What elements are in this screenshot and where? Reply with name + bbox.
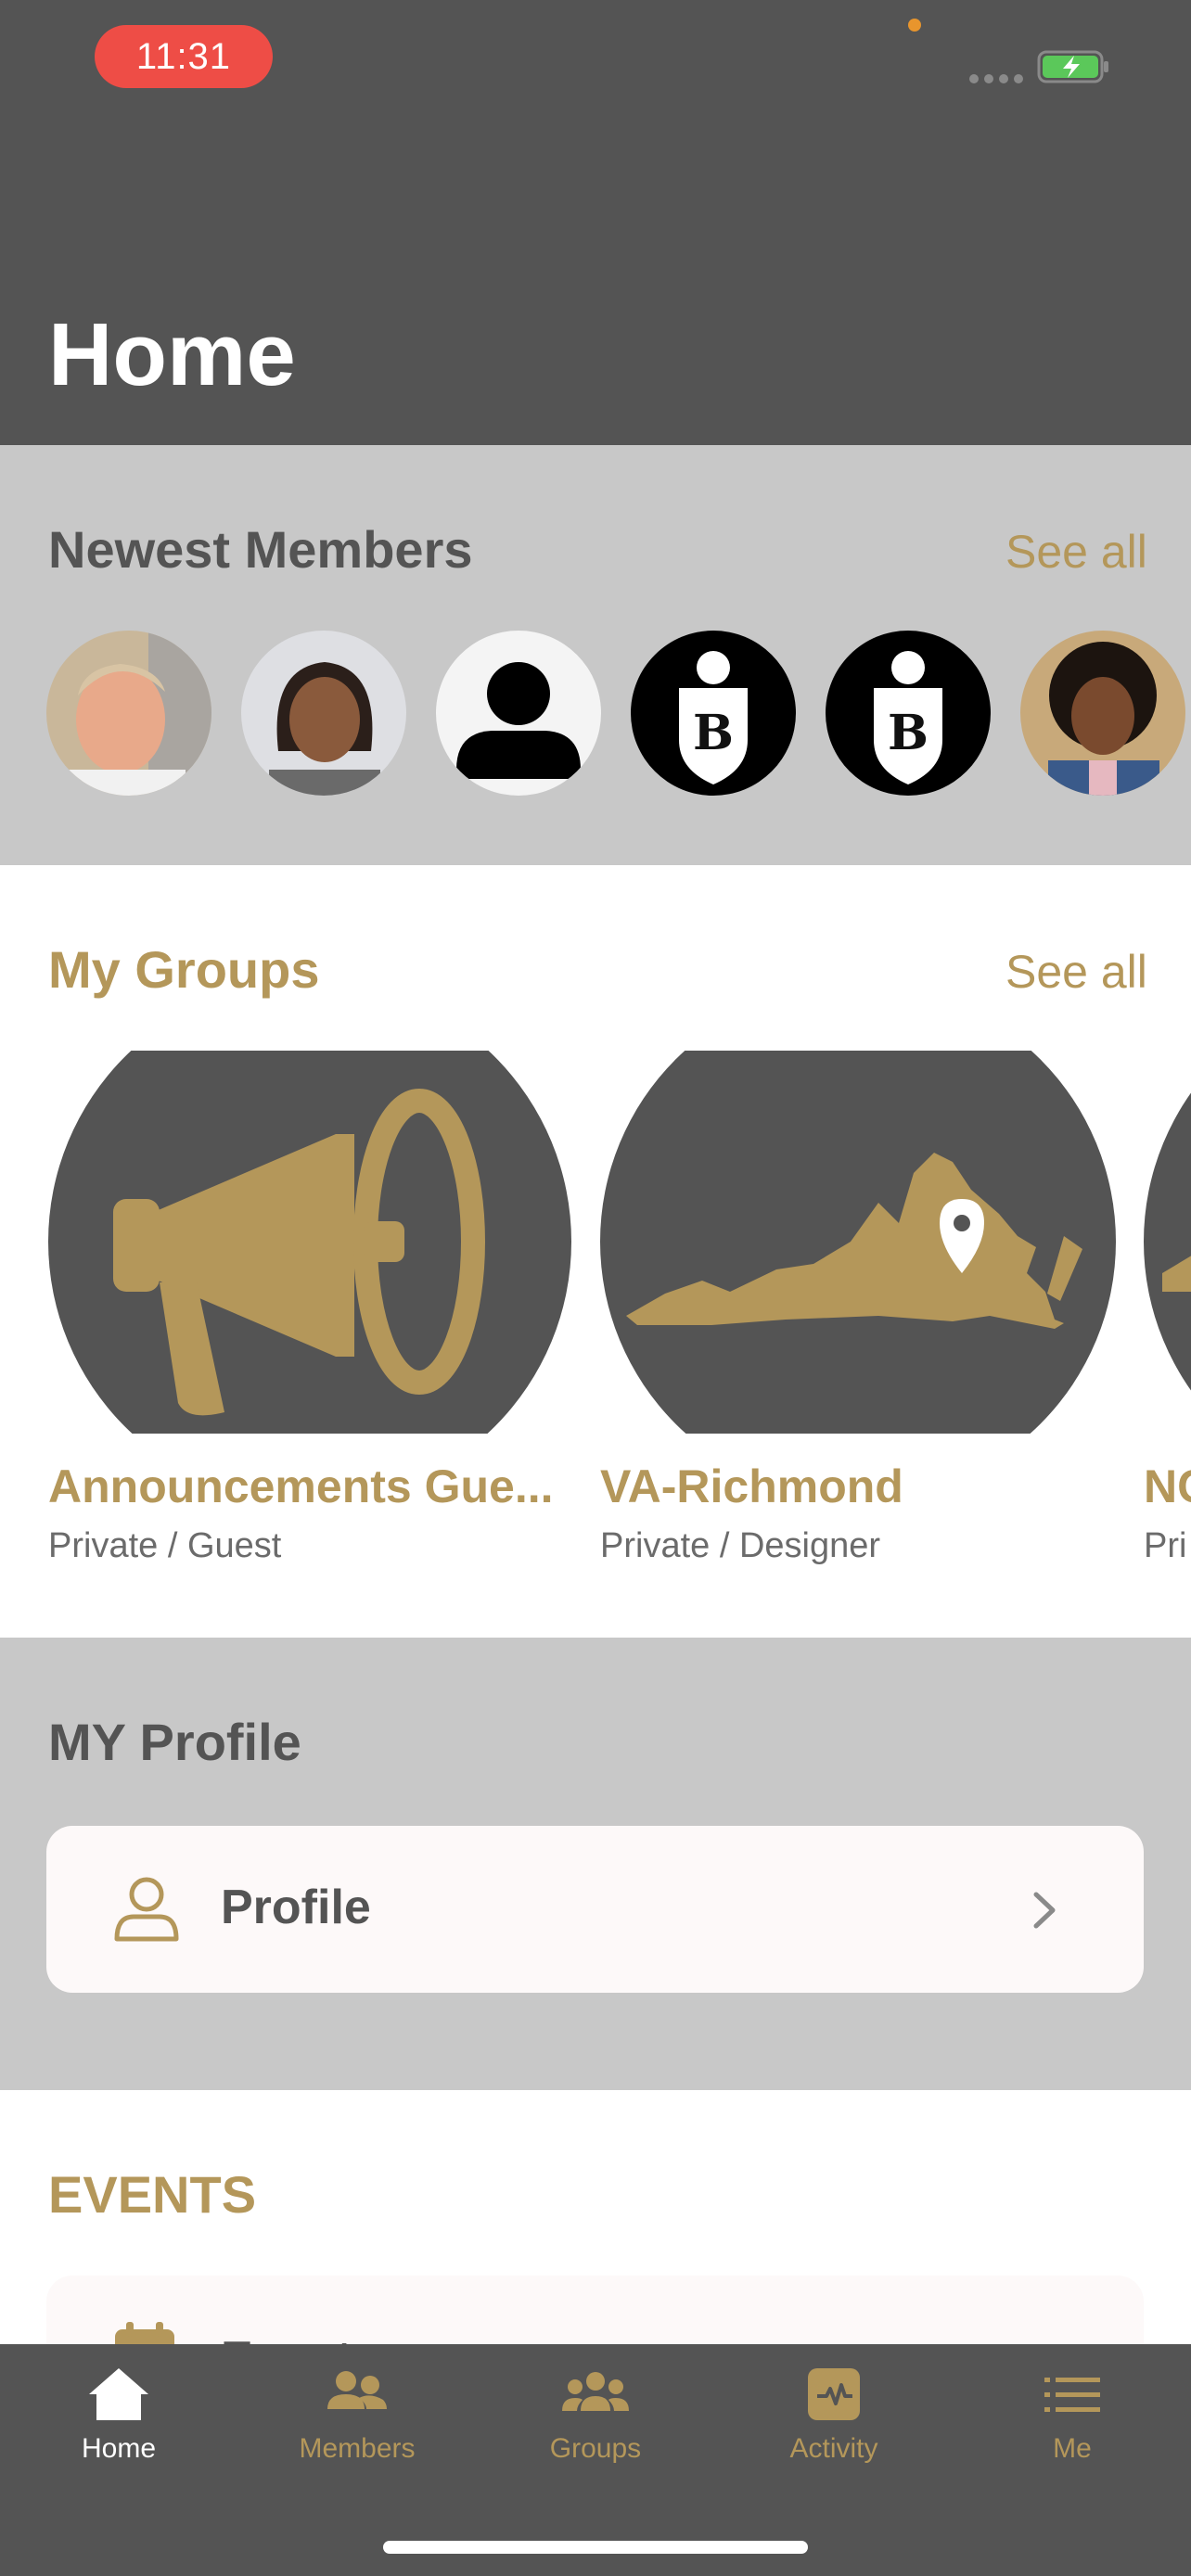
- signal-icon: [969, 74, 1023, 83]
- profile-row[interactable]: Profile: [46, 1826, 1144, 1993]
- tab-home[interactable]: Home: [26, 2366, 211, 2465]
- tab-label: Groups: [549, 2433, 642, 2464]
- tab-groups[interactable]: Groups: [503, 2366, 688, 2465]
- my-groups-title: My Groups: [48, 940, 320, 999]
- tab-activity[interactable]: Activity: [741, 2366, 927, 2465]
- events-row[interactable]: Events: [46, 2276, 1144, 2344]
- avatar[interactable]: [1020, 631, 1185, 796]
- avatar[interactable]: [436, 631, 601, 796]
- calendar-icon: [115, 2322, 174, 2344]
- tab-label: Activity: [789, 2433, 878, 2464]
- groups-icon: [562, 2372, 629, 2411]
- newest-members-title: Newest Members: [48, 520, 473, 579]
- privacy-indicator-dot: [908, 19, 921, 32]
- group-card-va-richmond[interactable]: VA-Richmond Private / Designer: [600, 1051, 1116, 1566]
- events-title: EVENTS: [48, 2165, 257, 2224]
- group-subtitle: Private / Guest: [48, 1526, 282, 1565]
- group-name: NC: [1144, 1460, 1191, 1512]
- my-profile-section: MY Profile Profile: [0, 1638, 1191, 2090]
- avatar[interactable]: B: [631, 631, 796, 796]
- group-image: [48, 1051, 572, 1434]
- members-avatar-row: B B: [46, 631, 1191, 797]
- group-subtitle: Private / Designer: [600, 1526, 881, 1565]
- events-section: EVENTS Events: [0, 2090, 1191, 2344]
- avatar[interactable]: B: [826, 631, 991, 796]
- tab-me[interactable]: Me: [980, 2366, 1165, 2465]
- battery-charging-icon: [1037, 50, 1108, 83]
- group-subtitle: Pri: [1144, 1526, 1187, 1565]
- chevron-right-icon: [1033, 1892, 1056, 1929]
- group-card-announcements[interactable]: Announcements Gue... Private / Guest: [48, 1051, 572, 1566]
- group-name: Announcements Gue...: [48, 1460, 554, 1512]
- members-icon: [327, 2371, 387, 2409]
- header: 11:31 Home: [0, 0, 1191, 445]
- home-indicator[interactable]: [383, 2541, 808, 2554]
- activity-icon: [808, 2368, 860, 2420]
- my-groups-section: My Groups See all Announcements Gue... P…: [0, 865, 1191, 1638]
- page-title: Home: [48, 305, 296, 404]
- tab-members[interactable]: Members: [264, 2366, 450, 2465]
- my-profile-title: MY Profile: [48, 1713, 301, 1771]
- group-name: VA-Richmond: [600, 1460, 903, 1512]
- my-groups-see-all-link[interactable]: See all: [1005, 945, 1147, 999]
- tab-label: Members: [299, 2433, 416, 2464]
- newest-members-see-all-link[interactable]: See all: [1005, 525, 1147, 579]
- menu-icon: [1044, 2378, 1100, 2412]
- avatar[interactable]: [46, 631, 211, 796]
- megaphone-icon: [48, 1051, 571, 1434]
- tab-label: Home: [81, 2433, 157, 2464]
- person-outline-icon: [114, 1877, 179, 1942]
- newest-members-section: Newest Members See all B B: [0, 445, 1191, 865]
- state-map-icon: [1144, 1092, 1191, 1391]
- profile-label: Profile: [221, 1881, 371, 1934]
- tab-label: Me: [1053, 2433, 1092, 2464]
- avatar[interactable]: [241, 631, 406, 796]
- svg-text:B: B: [693, 705, 734, 761]
- home-icon: [89, 2368, 148, 2420]
- virginia-map-icon: [600, 1051, 1116, 1434]
- group-card-nc[interactable]: NC Pri: [1144, 1051, 1191, 1566]
- events-label: Events: [221, 2331, 379, 2344]
- status-time: 11:31: [95, 25, 273, 88]
- group-image: [600, 1051, 1116, 1434]
- group-image: [1144, 1051, 1191, 1434]
- svg-text:B: B: [888, 705, 928, 761]
